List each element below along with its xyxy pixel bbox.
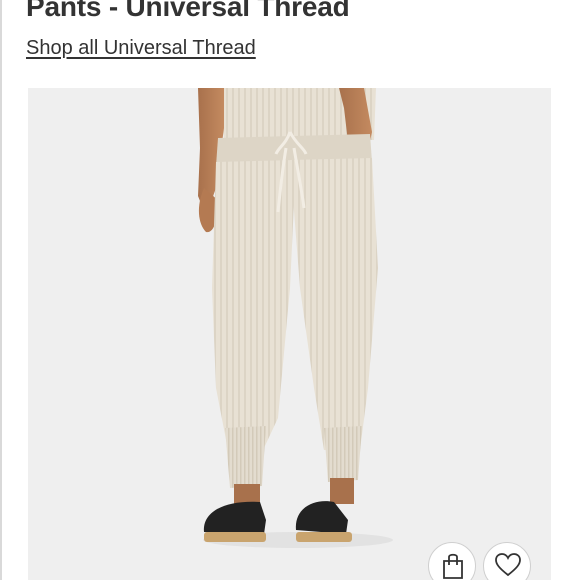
- product-image[interactable]: [28, 88, 551, 580]
- shopping-bag-icon: [443, 553, 463, 579]
- product-photo: [198, 88, 393, 548]
- product-page: Pants - Universal Thread™ Shop all Unive…: [0, 0, 580, 580]
- right-cuff: [324, 426, 362, 482]
- product-title-text: Pants - Universal Thread: [26, 0, 350, 22]
- heart-icon: [495, 553, 521, 577]
- left-cuff: [225, 426, 266, 488]
- product-title: Pants - Universal Thread™: [26, 0, 362, 23]
- left-clog-sole: [204, 532, 266, 542]
- trademark-symbol: ™: [350, 0, 362, 5]
- left-clog: [203, 501, 266, 534]
- page-left-border: [0, 0, 2, 580]
- right-clog: [295, 501, 348, 534]
- right-ankle: [330, 478, 354, 504]
- shop-brand-link[interactable]: Shop all Universal Thread: [26, 37, 256, 60]
- pants-left-leg: [212, 160, 296, 450]
- right-clog-sole: [296, 532, 352, 542]
